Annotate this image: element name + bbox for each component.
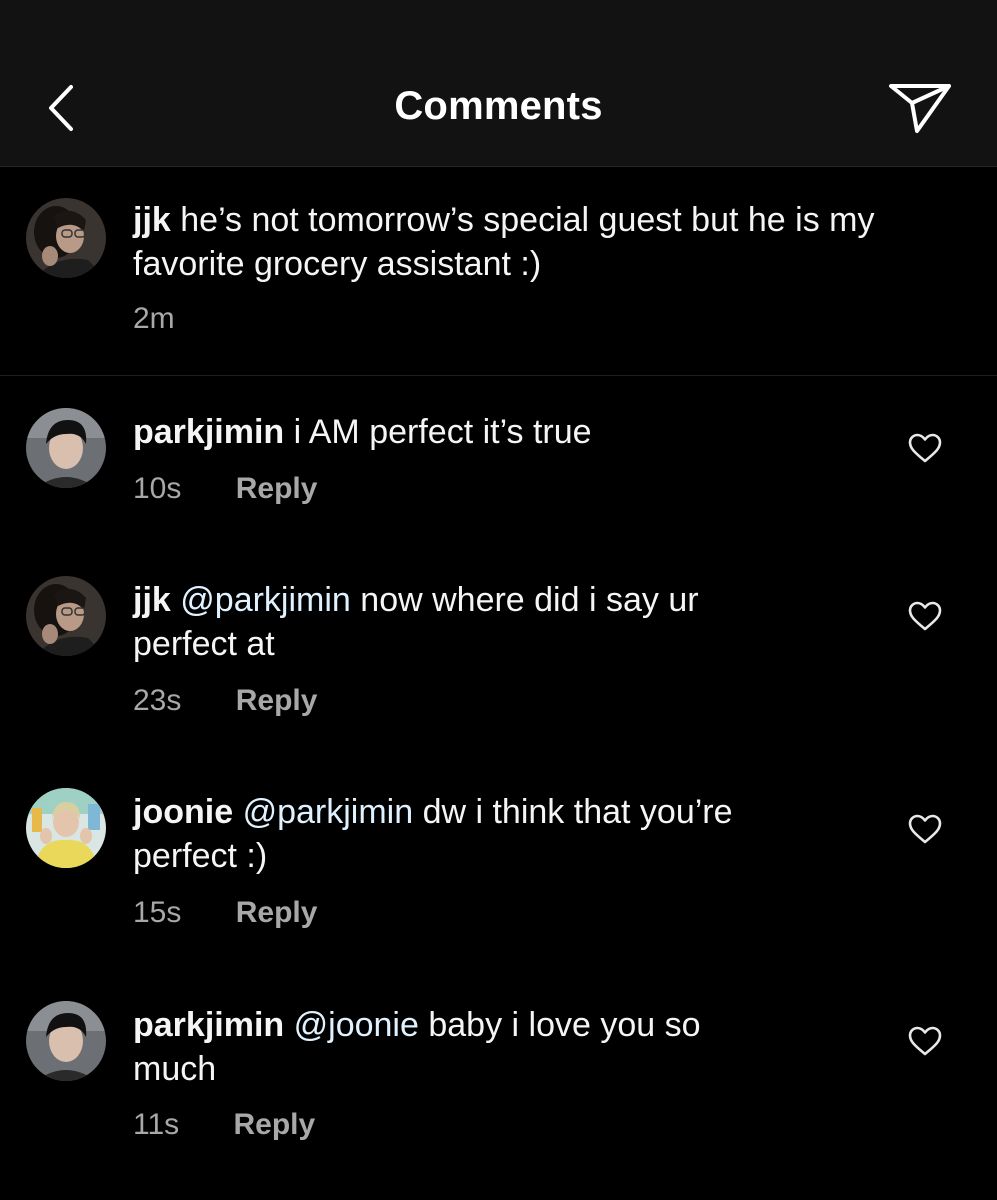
caption-text: jjk he’s not tomorrow’s special guest bu… xyxy=(133,198,933,286)
heart-icon xyxy=(908,601,942,631)
comment-4-mention[interactable]: @joonie xyxy=(294,1006,419,1044)
page-title: Comments xyxy=(394,84,603,128)
comment-1-timestamp: 10s xyxy=(133,472,182,505)
comment-3-username[interactable]: joonie xyxy=(133,793,233,831)
caption-body: he’s not tomorrow’s special guest but he… xyxy=(133,201,875,283)
comment-2-username[interactable]: jjk xyxy=(133,581,171,619)
comment-3-timestamp: 15s xyxy=(133,896,182,929)
paper-plane-icon xyxy=(889,84,951,133)
comments-header: Comments xyxy=(0,0,997,167)
comment-4-meta: 11s Reply xyxy=(133,1108,315,1142)
comment-2-text: jjk @parkjimin now where did i say ur pe… xyxy=(133,578,793,666)
caption-username[interactable]: jjk xyxy=(133,201,171,239)
avatar-parkjimin[interactable] xyxy=(26,408,106,488)
comment-4-like-button[interactable] xyxy=(902,1019,948,1063)
comment-2-mention[interactable]: @parkjimin xyxy=(180,581,351,619)
heart-icon xyxy=(908,433,942,463)
share-button[interactable] xyxy=(884,76,956,140)
comment-2-reply-button[interactable]: Reply xyxy=(236,684,318,717)
comment-4-text: parkjimin @joonie baby i love you so muc… xyxy=(133,1003,733,1091)
comment-4-username[interactable]: parkjimin xyxy=(133,1006,284,1044)
comment-2-meta: 23s Reply xyxy=(133,684,317,718)
comment-3-reply-button[interactable]: Reply xyxy=(236,896,318,929)
caption-meta: 2m xyxy=(133,302,175,336)
comment-1-text: parkjimin i AM perfect it’s true xyxy=(133,410,933,454)
caption-timestamp: 2m xyxy=(133,302,175,335)
comment-1-reply-button[interactable]: Reply xyxy=(236,472,318,505)
heart-icon xyxy=(908,814,942,844)
comment-1-meta: 10s Reply xyxy=(133,472,317,506)
comment-3-text: joonie @parkjimin dw i think that you’re… xyxy=(133,790,833,878)
comment-3-mention[interactable]: @parkjimin xyxy=(243,793,414,831)
avatar-joonie[interactable] xyxy=(26,788,106,868)
comment-4-timestamp: 11s xyxy=(133,1108,180,1141)
avatar-jjk[interactable] xyxy=(26,198,106,278)
heart-icon xyxy=(908,1026,942,1056)
post-caption: jjk he’s not tomorrow’s special guest bu… xyxy=(0,167,997,376)
comment-1-like-button[interactable] xyxy=(902,426,948,470)
comment-2-timestamp: 23s xyxy=(133,684,182,717)
comment-1-body: i AM perfect it’s true xyxy=(293,413,592,451)
comment-1-username[interactable]: parkjimin xyxy=(133,413,284,451)
comment-3-like-button[interactable] xyxy=(902,807,948,851)
comment-4-reply-button[interactable]: Reply xyxy=(234,1108,316,1141)
comment-2-like-button[interactable] xyxy=(902,594,948,638)
avatar-parkjimin-reply[interactable] xyxy=(26,1001,106,1081)
comment-3-meta: 15s Reply xyxy=(133,896,317,930)
avatar-jjk-reply[interactable] xyxy=(26,576,106,656)
